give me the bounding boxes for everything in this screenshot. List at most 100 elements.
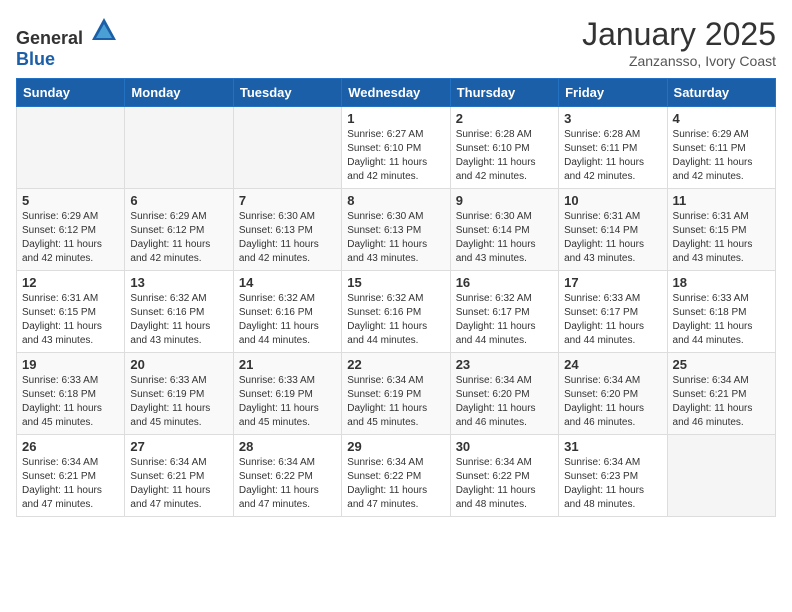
day-number: 8 (347, 193, 444, 208)
calendar-cell: 7 Sunrise: 6:30 AMSunset: 6:13 PMDaylight… (233, 189, 341, 271)
day-info: Sunrise: 6:34 AMSunset: 6:20 PMDaylight:… (564, 374, 661, 430)
day-info: Sunrise: 6:30 AMSunset: 6:14 PMDaylight:… (456, 210, 553, 266)
day-number: 25 (673, 357, 770, 372)
day-info: Sunrise: 6:29 AMSunset: 6:12 PMDaylight:… (22, 210, 119, 266)
calendar-cell: 28 Sunrise: 6:34 AMSunset: 6:22 PMDayligh… (233, 435, 341, 517)
day-number: 22 (347, 357, 444, 372)
day-number: 17 (564, 275, 661, 290)
calendar-cell: 24Sunrise: 6:34 AMSunset: 6:20 PMDayligh… (559, 353, 667, 435)
weekday-header: Sunday (17, 79, 125, 107)
weekday-header: Wednesday (342, 79, 450, 107)
day-number: 2 (456, 111, 553, 126)
day-number: 28 (239, 439, 336, 454)
day-info: Sunrise: 6:32 AMSunset: 6:16 PMDaylight:… (130, 292, 227, 348)
day-info: Sunrise: 6:31 AMSunset: 6:14 PMDaylight:… (564, 210, 661, 266)
logo: General Blue (16, 16, 118, 70)
calendar-week-row: 1 Sunrise: 6:27 AMSunset: 6:10 PMDaylight… (17, 107, 776, 189)
day-number: 15 (347, 275, 444, 290)
day-info: Sunrise: 6:27 AMSunset: 6:10 PMDaylight:… (347, 128, 444, 184)
logo-text: General Blue (16, 16, 118, 70)
calendar-week-row: 5 Sunrise: 6:29 AMSunset: 6:12 PMDaylight… (17, 189, 776, 271)
calendar-cell: 6Sunrise: 6:29 AMSunset: 6:12 PMDaylight… (125, 189, 233, 271)
day-number: 20 (130, 357, 227, 372)
calendar-table: SundayMondayTuesdayWednesdayThursdayFrid… (16, 78, 776, 517)
calendar-cell: 10 Sunrise: 6:31 AMSunset: 6:14 PMDayligh… (559, 189, 667, 271)
calendar-cell: 15Sunrise: 6:32 AMSunset: 6:16 PMDayligh… (342, 271, 450, 353)
calendar-cell: 3 Sunrise: 6:28 AMSunset: 6:11 PMDaylight… (559, 107, 667, 189)
day-info: Sunrise: 6:30 AMSunset: 6:13 PMDaylight:… (347, 210, 444, 266)
day-info: Sunrise: 6:29 AMSunset: 6:11 PMDaylight:… (673, 128, 770, 184)
calendar-cell: 26Sunrise: 6:34 AMSunset: 6:21 PMDayligh… (17, 435, 125, 517)
day-number: 4 (673, 111, 770, 126)
calendar-header-row: SundayMondayTuesdayWednesdayThursdayFrid… (17, 79, 776, 107)
day-number: 31 (564, 439, 661, 454)
day-info: Sunrise: 6:28 AMSunset: 6:10 PMDaylight:… (456, 128, 553, 184)
day-info: Sunrise: 6:34 AMSunset: 6:22 PMDaylight:… (347, 456, 444, 512)
day-number: 7 (239, 193, 336, 208)
day-number: 19 (22, 357, 119, 372)
weekday-header: Friday (559, 79, 667, 107)
day-number: 18 (673, 275, 770, 290)
day-number: 9 (456, 193, 553, 208)
calendar-cell: 30Sunrise: 6:34 AMSunset: 6:22 PMDayligh… (450, 435, 558, 517)
calendar-cell: 4 Sunrise: 6:29 AMSunset: 6:11 PMDaylight… (667, 107, 775, 189)
day-info: Sunrise: 6:33 AMSunset: 6:19 PMDaylight:… (130, 374, 227, 430)
day-info: Sunrise: 6:28 AMSunset: 6:11 PMDaylight:… (564, 128, 661, 184)
day-number: 29 (347, 439, 444, 454)
calendar-cell: 13Sunrise: 6:32 AMSunset: 6:16 PMDayligh… (125, 271, 233, 353)
calendar-cell (233, 107, 341, 189)
calendar-cell: 8 Sunrise: 6:30 AMSunset: 6:13 PMDaylight… (342, 189, 450, 271)
calendar-cell: 5 Sunrise: 6:29 AMSunset: 6:12 PMDaylight… (17, 189, 125, 271)
day-number: 10 (564, 193, 661, 208)
weekday-header: Tuesday (233, 79, 341, 107)
calendar-cell: 11 Sunrise: 6:31 AMSunset: 6:15 PMDayligh… (667, 189, 775, 271)
day-number: 5 (22, 193, 119, 208)
calendar-week-row: 12Sunrise: 6:31 AMSunset: 6:15 PMDayligh… (17, 271, 776, 353)
day-number: 16 (456, 275, 553, 290)
calendar-cell: 27 Sunrise: 6:34 AMSunset: 6:21 PMDayligh… (125, 435, 233, 517)
weekday-header: Saturday (667, 79, 775, 107)
calendar-cell: 1 Sunrise: 6:27 AMSunset: 6:10 PMDaylight… (342, 107, 450, 189)
day-number: 1 (347, 111, 444, 126)
day-info: Sunrise: 6:34 AMSunset: 6:21 PMDaylight:… (673, 374, 770, 430)
day-number: 27 (130, 439, 227, 454)
calendar-week-row: 26Sunrise: 6:34 AMSunset: 6:21 PMDayligh… (17, 435, 776, 517)
calendar-week-row: 19 Sunrise: 6:33 AMSunset: 6:18 PMDayligh… (17, 353, 776, 435)
day-info: Sunrise: 6:34 AMSunset: 6:21 PMDaylight:… (130, 456, 227, 512)
calendar-cell: 19 Sunrise: 6:33 AMSunset: 6:18 PMDayligh… (17, 353, 125, 435)
calendar-cell: 22Sunrise: 6:34 AMSunset: 6:19 PMDayligh… (342, 353, 450, 435)
calendar-cell: 21 Sunrise: 6:33 AMSunset: 6:19 PMDayligh… (233, 353, 341, 435)
calendar-cell: 18 Sunrise: 6:33 AMSunset: 6:18 PMDayligh… (667, 271, 775, 353)
day-info: Sunrise: 6:30 AMSunset: 6:13 PMDaylight:… (239, 210, 336, 266)
calendar-cell (125, 107, 233, 189)
weekday-header: Thursday (450, 79, 558, 107)
day-info: Sunrise: 6:34 AMSunset: 6:22 PMDaylight:… (239, 456, 336, 512)
month-title: January 2025 (582, 16, 776, 53)
day-info: Sunrise: 6:31 AMSunset: 6:15 PMDaylight:… (673, 210, 770, 266)
day-number: 3 (564, 111, 661, 126)
calendar-cell: 20 Sunrise: 6:33 AMSunset: 6:19 PMDayligh… (125, 353, 233, 435)
logo-icon (90, 16, 118, 44)
title-block: January 2025 Zanzansso, Ivory Coast (582, 16, 776, 69)
calendar-cell: 14Sunrise: 6:32 AMSunset: 6:16 PMDayligh… (233, 271, 341, 353)
calendar-cell: 2 Sunrise: 6:28 AMSunset: 6:10 PMDaylight… (450, 107, 558, 189)
calendar-cell: 17 Sunrise: 6:33 AMSunset: 6:17 PMDayligh… (559, 271, 667, 353)
calendar-cell: 31Sunrise: 6:34 AMSunset: 6:23 PMDayligh… (559, 435, 667, 517)
day-info: Sunrise: 6:34 AMSunset: 6:20 PMDaylight:… (456, 374, 553, 430)
day-info: Sunrise: 6:34 AMSunset: 6:21 PMDaylight:… (22, 456, 119, 512)
day-info: Sunrise: 6:34 AMSunset: 6:22 PMDaylight:… (456, 456, 553, 512)
day-info: Sunrise: 6:33 AMSunset: 6:18 PMDaylight:… (673, 292, 770, 348)
location-title: Zanzansso, Ivory Coast (582, 53, 776, 69)
calendar-cell: 12Sunrise: 6:31 AMSunset: 6:15 PMDayligh… (17, 271, 125, 353)
page-header: General Blue January 2025 Zanzansso, Ivo… (16, 16, 776, 70)
day-number: 11 (673, 193, 770, 208)
calendar-cell: 25 Sunrise: 6:34 AMSunset: 6:21 PMDayligh… (667, 353, 775, 435)
day-info: Sunrise: 6:33 AMSunset: 6:17 PMDaylight:… (564, 292, 661, 348)
day-info: Sunrise: 6:29 AMSunset: 6:12 PMDaylight:… (130, 210, 227, 266)
calendar-cell (667, 435, 775, 517)
logo-general: General (16, 28, 83, 48)
day-info: Sunrise: 6:33 AMSunset: 6:19 PMDaylight:… (239, 374, 336, 430)
day-number: 21 (239, 357, 336, 372)
day-number: 23 (456, 357, 553, 372)
day-info: Sunrise: 6:33 AMSunset: 6:18 PMDaylight:… (22, 374, 119, 430)
